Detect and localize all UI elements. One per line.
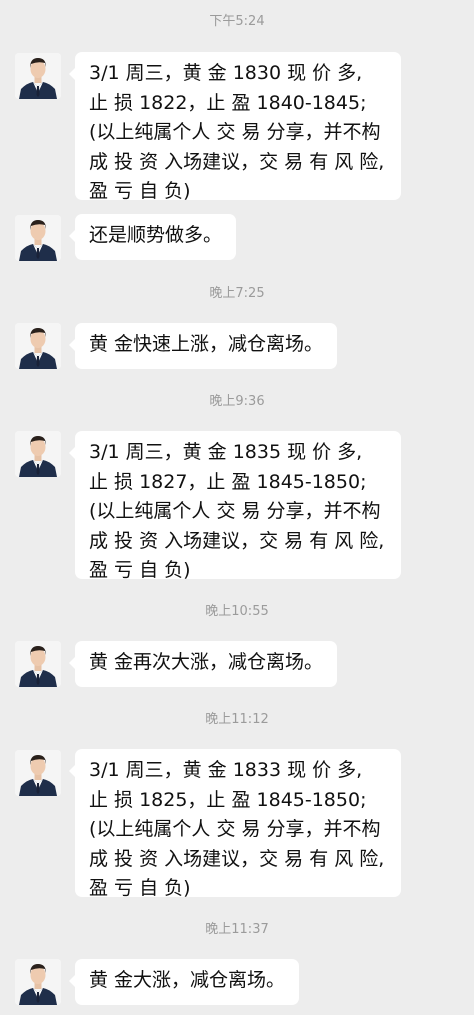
avatar-icon[interactable] [15,215,61,261]
avatar-icon[interactable] [15,323,61,369]
timestamp: 晚上11:12 [205,712,269,727]
timestamp: 晚上9:36 [209,394,265,409]
avatar-icon[interactable] [15,750,61,796]
message-bubble[interactable]: 黄 金大涨，减仓离场。 [68,959,300,1005]
avatar-icon[interactable] [15,53,61,99]
timestamp: 晚上11:37 [205,922,269,937]
timestamp: 晚上7:25 [209,286,265,301]
timestamp: 晚上10:55 [205,604,269,619]
timestamp: 下午5:24 [209,14,265,29]
message-bubble[interactable]: 3/1 周三，黄 金 1830 现 价 多, 止 损 1822，止 盈 1840… [69,52,401,202]
message-bubble[interactable]: 还是顺势做多。 [68,214,237,260]
avatar-icon[interactable] [15,431,61,477]
message-bubble[interactable]: 3/1 周三，黄 金 1835 现 价 多, 止 损 1827，止 盈 1845… [69,431,401,581]
avatar-icon[interactable] [15,641,61,687]
avatar-icon[interactable] [15,959,61,1005]
message-bubble[interactable]: 黄 金再次大涨，减仓离场。 [68,641,338,687]
message-bubble[interactable]: 黄 金快速上涨，减仓离场。 [68,323,338,369]
message-bubble[interactable]: 3/1 周三，黄 金 1833 现 价 多, 止 损 1825，止 盈 1845… [69,749,401,899]
